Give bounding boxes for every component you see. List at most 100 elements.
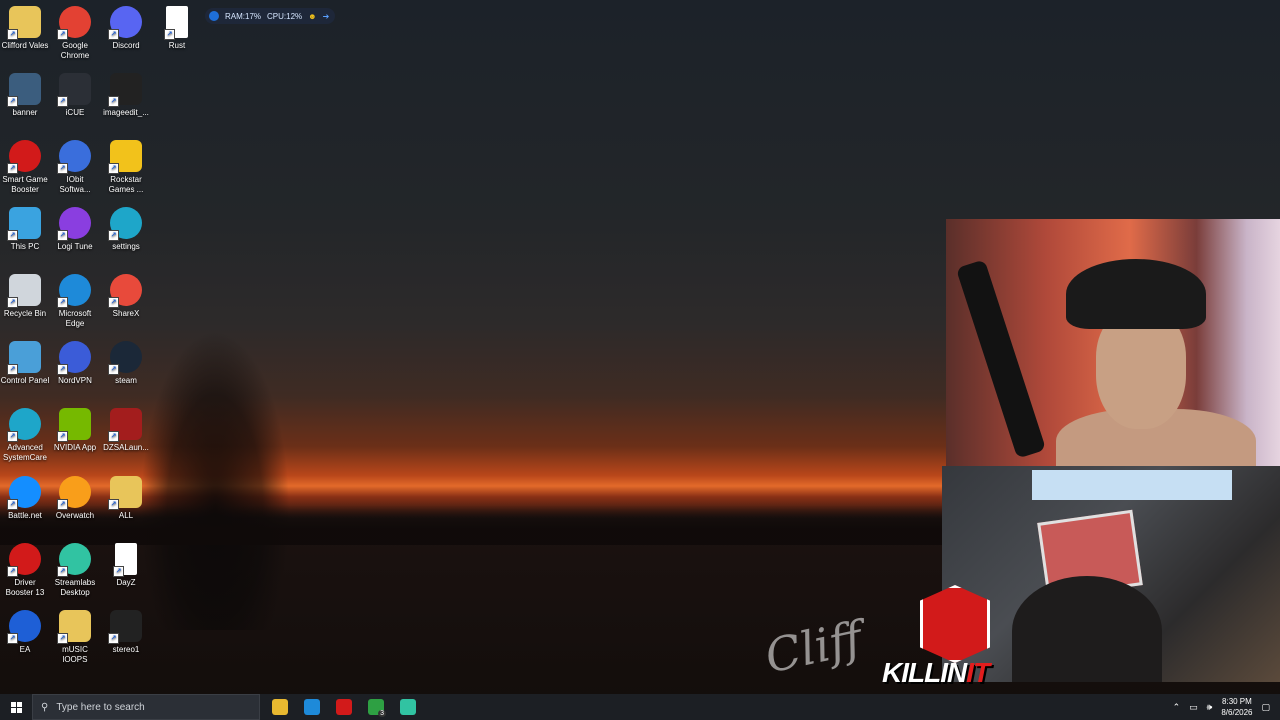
overwatch-icon: ↗ xyxy=(57,476,91,510)
system-monitor-widget[interactable]: RAM:17% CPU:12% ☻ ➔ xyxy=(205,8,336,24)
streamlabs-icon xyxy=(400,699,416,715)
image-icon: ↗ xyxy=(108,73,142,107)
desktop-icon[interactable]: ↗ ShareX xyxy=(101,274,151,319)
desktop-icon[interactable]: ↗ Control Panel xyxy=(0,341,50,386)
ea-icon: ↗ xyxy=(7,610,41,644)
taskbar-app[interactable] xyxy=(328,694,360,720)
shortcut-arrow-icon: ↗ xyxy=(164,29,175,40)
desktop-icon[interactable]: ↗ Logi Tune xyxy=(50,207,100,252)
clock-date: 8/6/2026 xyxy=(1221,708,1253,717)
desktop-icon[interactable]: ↗ iCUE xyxy=(50,73,100,118)
nvidia-icon: ↗ xyxy=(57,408,91,442)
desktop-icon[interactable]: ↗ settings xyxy=(101,207,151,252)
tree-silhouette xyxy=(140,330,290,630)
taskbar-apps: 3 xyxy=(264,694,424,720)
logitune-icon: ↗ xyxy=(57,207,91,241)
desktop-icon[interactable]: ↗ steam xyxy=(101,341,151,386)
desktop-icon[interactable]: ↗ DZSALaun... xyxy=(101,408,151,453)
network-icon[interactable]: ▭ xyxy=(1189,702,1198,713)
desktop-icon[interactable]: ↗ IObit Softwa... xyxy=(50,140,100,195)
shortcut-arrow-icon: ↗ xyxy=(57,96,68,107)
desktop-icon[interactable]: ↗ banner xyxy=(0,73,50,118)
chevron-up-icon[interactable]: ⌃ xyxy=(1173,702,1181,713)
desktop-icon[interactable]: ↗ EA xyxy=(0,610,50,655)
desktop-icon-label: Discord xyxy=(112,41,140,50)
recycle-bin-icon: ↗ xyxy=(7,274,41,308)
edge-icon: ↗ xyxy=(57,274,91,308)
desktop-icon-label: Rust xyxy=(168,41,186,50)
discord-icon: ↗ xyxy=(108,6,142,40)
desktop-icon[interactable]: ↗ Microsoft Edge xyxy=(50,274,100,329)
desktop-icon[interactable]: ↗ Advanced SystemCare xyxy=(0,408,50,463)
desktop-icon-label: steam xyxy=(115,376,137,385)
notification-icon[interactable]: ▢ xyxy=(1261,702,1270,713)
desktop-icon[interactable]: ↗ Discord xyxy=(101,6,151,51)
desktop-icon[interactable]: ↗ Smart Game Booster xyxy=(0,140,50,195)
taskbar-app[interactable]: 3 xyxy=(360,694,392,720)
person-hat xyxy=(1066,259,1206,329)
desktop-icon[interactable]: ↗ Clifford Vales xyxy=(0,6,50,51)
taskbar-app[interactable] xyxy=(296,694,328,720)
battlenet-icon: ↗ xyxy=(7,476,41,510)
taskbar-app[interactable] xyxy=(392,694,424,720)
systemcare-icon: ↗ xyxy=(7,408,41,442)
desktop-icon-label: ALL xyxy=(118,511,134,520)
file-explorer-icon xyxy=(272,699,288,715)
taskbar-app[interactable] xyxy=(264,694,296,720)
desktop-icon-label: Clifford Vales xyxy=(1,41,49,50)
desktop-icon[interactable]: ↗ NordVPN xyxy=(50,341,100,386)
desktop-icon-label: ShareX xyxy=(112,309,140,318)
shortcut-arrow-icon: ↗ xyxy=(108,364,119,375)
search-placeholder: Type here to search xyxy=(56,701,145,713)
shortcut-arrow-icon: ↗ xyxy=(113,566,124,577)
start-button[interactable] xyxy=(0,694,32,720)
logo-word-main: KILLIN xyxy=(882,657,967,688)
clock-time: 8:30 PM xyxy=(1222,697,1252,706)
shortcut-arrow-icon: ↗ xyxy=(7,96,18,107)
shortcut-arrow-icon: ↗ xyxy=(108,96,119,107)
desktop-icon[interactable]: ↗ Google Chrome xyxy=(50,6,100,61)
desktop-icon[interactable]: ↗ This PC xyxy=(0,207,50,252)
desktop-icon-label: EA xyxy=(19,645,31,654)
nordvpn-icon: ↗ xyxy=(57,341,91,375)
desktop-icon[interactable]: ↗ mUSIC lOOPS xyxy=(50,610,100,665)
shortcut-arrow-icon: ↗ xyxy=(57,297,68,308)
desktop-icon-label: IObit Softwa... xyxy=(59,175,91,194)
desktop-icon[interactable]: ↗ ALL xyxy=(101,476,151,521)
desktop-icon[interactable]: ↗ Battle.net xyxy=(0,476,50,521)
shortcut-arrow-icon: ↗ xyxy=(57,230,68,241)
windows-icon xyxy=(10,701,22,713)
desktop-icon[interactable]: ↗ NVIDIA App xyxy=(50,408,100,453)
desktop-icon[interactable]: ↗ Driver Booster 13 xyxy=(0,543,50,598)
desktop-icon[interactable]: ↗ imageedit_... xyxy=(101,73,151,118)
desktop-icon[interactable]: ↗ stereo1 xyxy=(101,610,151,655)
desktop-icon-label: Advanced SystemCare xyxy=(2,443,47,462)
shortcut-arrow-icon: ↗ xyxy=(57,163,68,174)
desktop-icon[interactable]: ↗ Overwatch xyxy=(50,476,100,521)
taskbar-search[interactable]: ⚲ Type here to search xyxy=(32,694,260,720)
desktop-icon[interactable]: ↗ Streamlabs Desktop xyxy=(50,543,100,598)
volume-icon[interactable]: 🕪 xyxy=(1207,702,1213,713)
clock[interactable]: 8:30 PM 8/6/2026 xyxy=(1221,696,1252,718)
folder-user-icon: ↗ xyxy=(7,6,41,40)
shortcut-arrow-icon: ↗ xyxy=(108,297,119,308)
game-booster-icon xyxy=(336,699,352,715)
folder-icon: ↗ xyxy=(108,476,142,510)
desktop-icon-label: Logi Tune xyxy=(57,242,93,251)
file-icon: ↗ xyxy=(113,543,137,577)
shortcut-arrow-icon: ↗ xyxy=(7,163,18,174)
logo-badge-icon xyxy=(920,585,990,663)
shortcut-arrow-icon: ↗ xyxy=(57,29,68,40)
monitor-screen xyxy=(1032,470,1232,500)
desktop-icon-label: Microsoft Edge xyxy=(58,309,92,328)
desktop-icon[interactable]: ↗ DayZ xyxy=(101,543,151,588)
desktop-icon[interactable]: ↗ Rockstar Games ... xyxy=(101,140,151,195)
desktop-icon-label: iCUE xyxy=(65,108,85,117)
desktop-icon[interactable]: ↗ Recycle Bin xyxy=(0,274,50,319)
shortcut-arrow-icon: ↗ xyxy=(7,297,18,308)
logo-word-accent: IT xyxy=(966,657,990,688)
shortcut-arrow-icon: ↗ xyxy=(57,566,68,577)
desktop-icon[interactable]: ↗ Rust xyxy=(152,6,202,51)
edge-icon: ↗ xyxy=(108,207,142,241)
shortcut-arrow-icon: ↗ xyxy=(7,499,18,510)
